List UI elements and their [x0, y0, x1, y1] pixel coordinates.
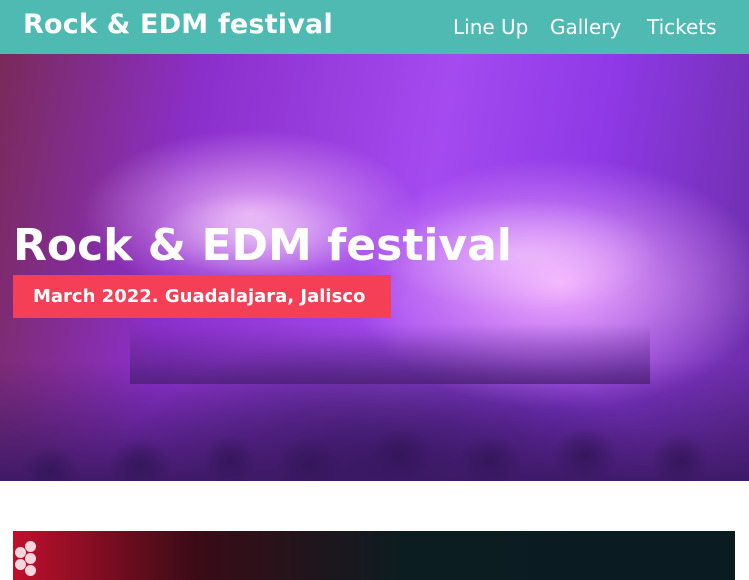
site-header: Rock & EDM festival Line Up Gallery Tick…	[0, 0, 749, 54]
spotlight-dot	[25, 553, 36, 564]
spotlight-dot	[25, 541, 36, 552]
spotlight-dot	[25, 565, 36, 576]
spotlight-cluster	[13, 541, 43, 580]
crowd-image	[0, 361, 749, 481]
nav-link-gallery[interactable]: Gallery	[550, 15, 621, 39]
nav-link-line-up[interactable]: Line Up	[453, 15, 528, 39]
hero-date-location-badge: March 2022. Guadalajara, Jalisco	[13, 275, 391, 318]
nav-link-tickets[interactable]: Tickets	[647, 15, 717, 39]
hero-banner: Rock & EDM festival March 2022. Guadalaj…	[0, 54, 749, 481]
gallery-preview-image	[13, 531, 735, 580]
site-brand[interactable]: Rock & EDM festival	[23, 9, 333, 40]
hero-title: Rock & EDM festival	[13, 220, 512, 271]
